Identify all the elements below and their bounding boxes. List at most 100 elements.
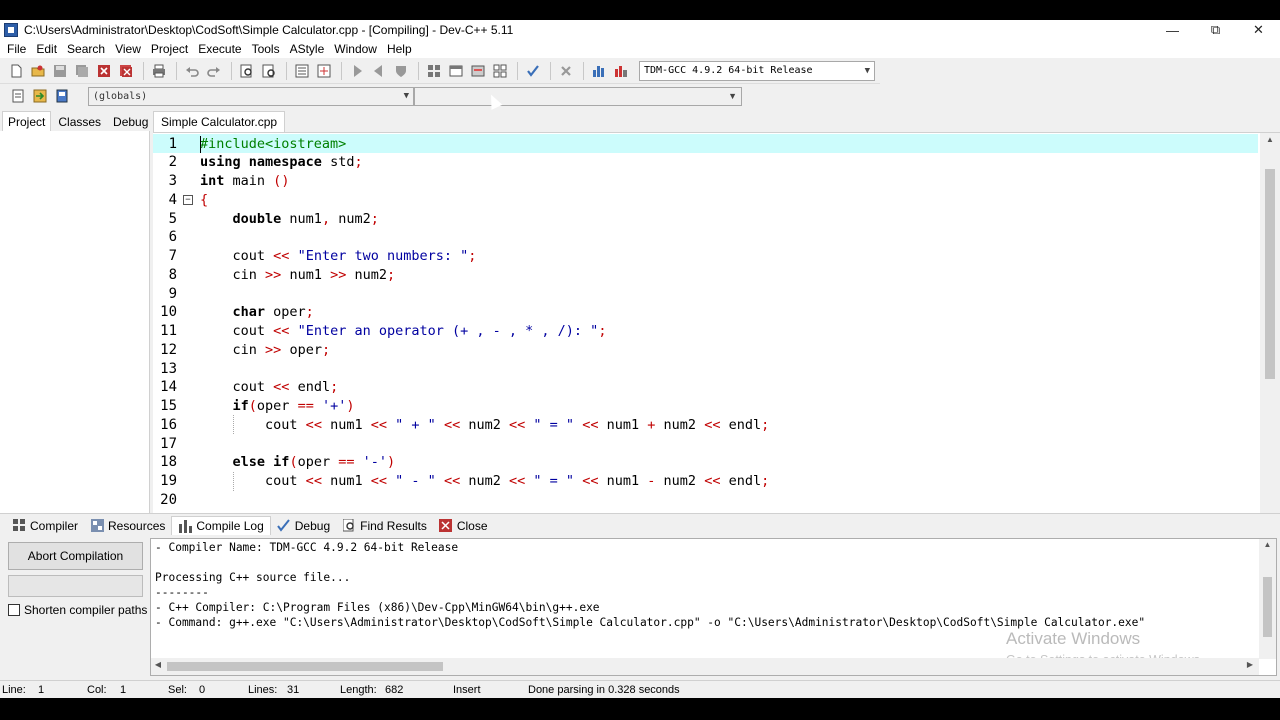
abort-compilation-button[interactable]: Abort Compilation [8, 542, 143, 570]
redo-button[interactable] [204, 61, 224, 81]
code-line[interactable]: 14 cout << endl; [153, 378, 1258, 397]
save-all-button[interactable] [72, 61, 92, 81]
goto-line-button[interactable] [292, 61, 312, 81]
code-line[interactable]: 10 char oper; [153, 303, 1258, 322]
close-all-icon [120, 64, 132, 77]
tab-resources[interactable]: Resources [84, 517, 171, 535]
undo-button[interactable] [182, 61, 202, 81]
code-line[interactable]: 4−{ [153, 190, 1258, 209]
log-vertical-scrollbar[interactable]: ▲ [1259, 539, 1276, 659]
fold-toggle-icon[interactable]: − [177, 194, 199, 205]
editor-scroll-thumb[interactable] [1265, 169, 1275, 379]
code-line[interactable]: 3 int main () [153, 172, 1258, 191]
code-line[interactable]: 2 using namespace std; [153, 153, 1258, 172]
menu-search[interactable]: Search [62, 42, 110, 56]
profile-button[interactable] [589, 61, 609, 81]
code-line[interactable]: 1 #include<iostream> [153, 134, 1258, 153]
fullscreen-button[interactable] [314, 61, 334, 81]
tab-debug[interactable]: Debug [108, 112, 153, 132]
delete-profile-icon [615, 65, 627, 77]
run-button[interactable] [446, 61, 466, 81]
code-line[interactable]: 6 [153, 228, 1258, 247]
insert-button[interactable] [8, 86, 28, 106]
restore-button[interactable]: ⧉ [1194, 20, 1237, 40]
print-button[interactable] [149, 61, 169, 81]
open-file-button[interactable] [28, 61, 48, 81]
compile-button[interactable] [424, 61, 444, 81]
menu-execute[interactable]: Execute [193, 42, 246, 56]
line-number: 13 [160, 360, 177, 377]
save-button[interactable] [50, 61, 70, 81]
code-line[interactable]: 11 cout << "Enter an operator (+ , - , *… [153, 322, 1258, 341]
compile-log-output[interactable]: Activate Windows Go to Settings to activ… [150, 538, 1277, 676]
tab-debug-bottom[interactable]: Debug [271, 517, 336, 535]
tab-project[interactable]: Project [2, 111, 52, 132]
menu-project[interactable]: Project [146, 42, 193, 56]
code-line[interactable]: 20 [153, 490, 1258, 509]
unindent-button[interactable] [369, 61, 389, 81]
code-text: cout << num1 << " - " << num2 << " = " <… [200, 473, 770, 489]
code-line[interactable]: 18 else if(oper == '-') [153, 453, 1258, 472]
close-window-button[interactable]: ✕ [1237, 20, 1280, 40]
scroll-left-icon[interactable]: ◀ [151, 660, 165, 674]
tab-find-results[interactable]: Find Results [336, 517, 433, 535]
function-select[interactable]: ▼ [414, 86, 742, 106]
replace-button[interactable] [259, 61, 279, 81]
log-vscroll-thumb[interactable] [1263, 577, 1272, 637]
code-line[interactable]: 17 [153, 434, 1258, 453]
close-panel-icon [439, 519, 453, 532]
find-button[interactable] [237, 61, 257, 81]
tab-close-panel[interactable]: Close [433, 517, 494, 535]
menu-window[interactable]: Window [329, 42, 382, 56]
code-line[interactable]: 16 cout << num1 << " + " << num2 << " = … [153, 415, 1258, 435]
log-horizontal-scrollbar[interactable]: ◀ ▶ [151, 658, 1259, 675]
tab-compile-log[interactable]: Compile Log [171, 516, 271, 535]
code-line[interactable]: 12 cin >> oper; [153, 340, 1258, 359]
menu-help[interactable]: Help [382, 42, 417, 56]
scroll-right-icon[interactable]: ▶ [1243, 660, 1257, 674]
open-folder-icon [31, 65, 45, 76]
menu-file[interactable]: File [2, 42, 31, 56]
syntax-check-button[interactable] [523, 61, 543, 81]
code-line[interactable]: 8 cin >> num1 >> num2; [153, 265, 1258, 284]
code-line[interactable]: 13 [153, 359, 1258, 378]
collapse-box-icon[interactable]: − [183, 194, 193, 205]
stop-execution-button[interactable] [556, 61, 576, 81]
shorten-paths-checkbox[interactable] [8, 604, 20, 616]
menu-tools[interactable]: Tools [247, 42, 285, 56]
scroll-up-icon[interactable]: ▲ [1259, 540, 1276, 554]
scroll-up-icon[interactable]: ▲ [1260, 135, 1280, 149]
code-line[interactable]: 9 [153, 284, 1258, 303]
minimize-button[interactable]: — [1151, 20, 1194, 40]
project-browser[interactable] [0, 131, 150, 527]
close-all-button[interactable] [116, 61, 136, 81]
menu-view[interactable]: View [110, 42, 146, 56]
compiler-select[interactable]: TDM-GCC 4.9.2 64-bit Release ▼ [639, 60, 875, 81]
tab-simple-calculator-cpp[interactable]: Simple Calculator.cpp [153, 111, 286, 132]
menu-edit[interactable]: Edit [31, 42, 62, 56]
scope-select[interactable]: (globals) ▼ [88, 86, 414, 106]
editor-vertical-scrollbar[interactable]: ▲ ▼ [1260, 133, 1280, 528]
shorten-paths-label: Shorten compiler paths [24, 603, 148, 617]
code-line[interactable]: 5 double num1, num2; [153, 209, 1258, 228]
toggle-comment-button[interactable] [391, 61, 411, 81]
close-file-button[interactable] [94, 61, 114, 81]
delete-profile-button[interactable] [611, 61, 631, 81]
code-line[interactable]: 19 cout << num1 << " - " << num2 << " = … [153, 471, 1258, 491]
code-text: if(oper == '+') [232, 398, 355, 414]
indent-button[interactable] [347, 61, 367, 81]
menu-astyle[interactable]: AStyle [285, 42, 330, 56]
toggle-bookmark-button[interactable] [30, 86, 50, 106]
new-file-button[interactable] [6, 61, 26, 81]
code-line[interactable]: 7 cout << "Enter two numbers: "; [153, 247, 1258, 266]
goto-bookmark-icon [56, 89, 68, 103]
compile-run-button[interactable] [468, 61, 488, 81]
shorten-paths-option[interactable]: Shorten compiler paths [8, 603, 147, 617]
goto-bookmark-button[interactable] [52, 86, 72, 106]
code-line[interactable]: 15 if(oper == '+') [153, 397, 1258, 416]
log-hscroll-thumb[interactable] [167, 662, 443, 671]
tab-compiler[interactable]: Compiler [6, 517, 84, 535]
tab-classes[interactable]: Classes [53, 112, 106, 132]
rebuild-all-button[interactable] [490, 61, 510, 81]
code-editor[interactable]: ▲ ▼ 1 #include<iostream> 2 using namespace … [153, 132, 1280, 528]
